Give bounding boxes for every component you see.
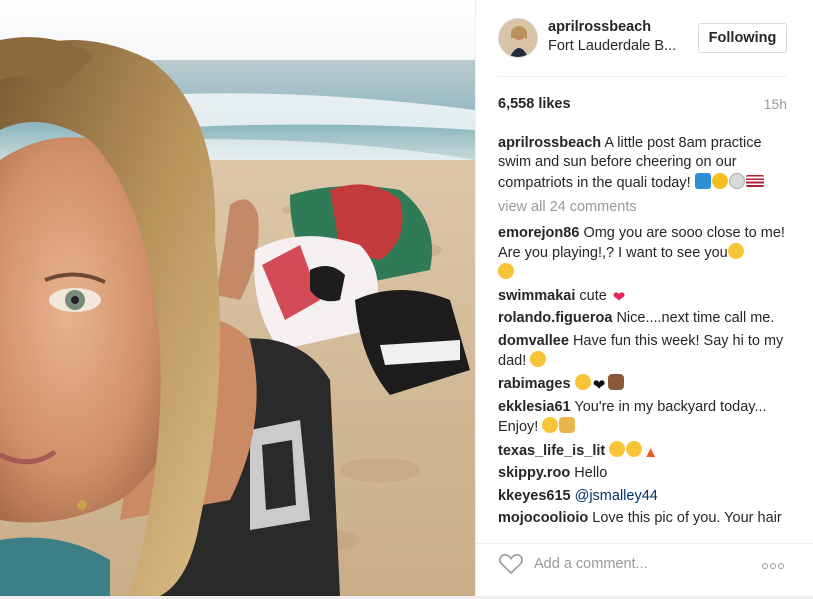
comment-text: Hello: [574, 465, 608, 482]
view-all-comments-link[interactable]: view all 24 comments: [498, 198, 790, 217]
list-item: mojocoolioio Love this pic of you. Your …: [498, 509, 790, 527]
list-item: swimmakai cute ❤: [498, 287, 790, 306]
comment-username[interactable]: skippy.roo: [498, 465, 570, 481]
post-timestamp[interactable]: 15h: [764, 96, 787, 112]
post-details-panel: aprilrossbeach Fort Lauderdale B... Foll…: [475, 0, 813, 596]
list-item: ekklesia61 You're in my backyard today..…: [498, 398, 790, 438]
comment-username[interactable]: rabimages: [498, 376, 571, 392]
likes-count[interactable]: 6,558 likes: [498, 96, 571, 112]
post-author-username[interactable]: aprilrossbeach: [548, 19, 651, 35]
fire-emoji-icon: ▲: [643, 443, 659, 461]
comment-username[interactable]: ekklesia61: [498, 399, 571, 415]
add-comment-input[interactable]: [534, 552, 754, 576]
comment-username[interactable]: domvallee: [498, 333, 569, 349]
thumbs-up-emoji-icon: [607, 374, 624, 391]
comment-username[interactable]: rolando.figueroa: [498, 310, 612, 326]
sun-emoji-icon: [711, 172, 728, 189]
caption-username[interactable]: aprilrossbeach: [498, 135, 601, 151]
list-item: kkeyes615 @jsmalley44: [498, 487, 790, 506]
beach-selfie-image: [0, 0, 475, 596]
us-flag-emoji-icon: [745, 174, 764, 187]
heart-eyes-emoji-icon: [626, 440, 643, 457]
hugging-emoji-icon: [530, 351, 547, 368]
comment-text: Love this pic of you. Your hair: [592, 509, 782, 526]
post-header: aprilrossbeach Fort Lauderdale B... Foll…: [476, 0, 813, 76]
heart-icon: [499, 553, 523, 575]
thumbs-up-emoji-icon: [559, 417, 576, 434]
post-location[interactable]: Fort Lauderdale B...: [548, 38, 676, 54]
comment-text: Nice....next time call me.: [616, 310, 775, 327]
comments-list[interactable]: aprilrossbeach A little post 8am practic…: [498, 134, 790, 527]
list-item: skippy.roo Hello: [498, 464, 790, 483]
caption: aprilrossbeach A little post 8am practic…: [498, 134, 790, 193]
smiling-emoji-icon: [542, 417, 559, 434]
hugging-emoji-icon: [727, 243, 744, 260]
more-options-icon: [778, 563, 784, 569]
list-item: rolando.figueroa Nice....next time call …: [498, 309, 790, 328]
comment-footer: [476, 543, 813, 596]
list-item: rabimages ❤: [498, 374, 790, 394]
comment-username[interactable]: texas_life_is_lit: [498, 443, 605, 459]
heart-eyes-emoji-icon: [609, 440, 626, 457]
comment-username[interactable]: kkeyes615: [498, 488, 571, 504]
volleyball-emoji-icon: [728, 172, 745, 189]
comment-username[interactable]: swimmakai: [498, 288, 575, 304]
avatar[interactable]: [498, 18, 538, 58]
like-button[interactable]: [498, 552, 524, 576]
list-item: texas_life_is_lit ▲: [498, 440, 790, 461]
black-heart-emoji-icon: ❤: [592, 377, 606, 395]
list-item: domvallee Have fun this week! Say hi to …: [498, 332, 790, 372]
heart-eyes-emoji-icon: [574, 374, 591, 391]
following-button[interactable]: Following: [698, 23, 787, 53]
list-item: emorejon86 Omg you are sooo close to me!…: [498, 224, 790, 284]
more-options-button[interactable]: [762, 556, 790, 572]
comment-mention-link[interactable]: @jsmalley44: [575, 488, 658, 504]
more-options-icon: [770, 563, 776, 569]
sparkling-heart-emoji-icon: ❤: [612, 288, 626, 306]
wave-emoji-icon: [694, 172, 711, 189]
avatar-image: [499, 19, 537, 57]
post-window: aprilrossbeach Fort Lauderdale B... Foll…: [0, 0, 813, 599]
more-options-icon: [762, 563, 768, 569]
header-divider: [498, 76, 787, 77]
comment-username[interactable]: mojocoolioio: [498, 510, 588, 526]
post-photo[interactable]: [0, 0, 475, 596]
comment-text: cute: [579, 287, 607, 304]
comment-username[interactable]: emorejon86: [498, 225, 579, 241]
kissing-face-emoji-icon: [498, 263, 514, 280]
